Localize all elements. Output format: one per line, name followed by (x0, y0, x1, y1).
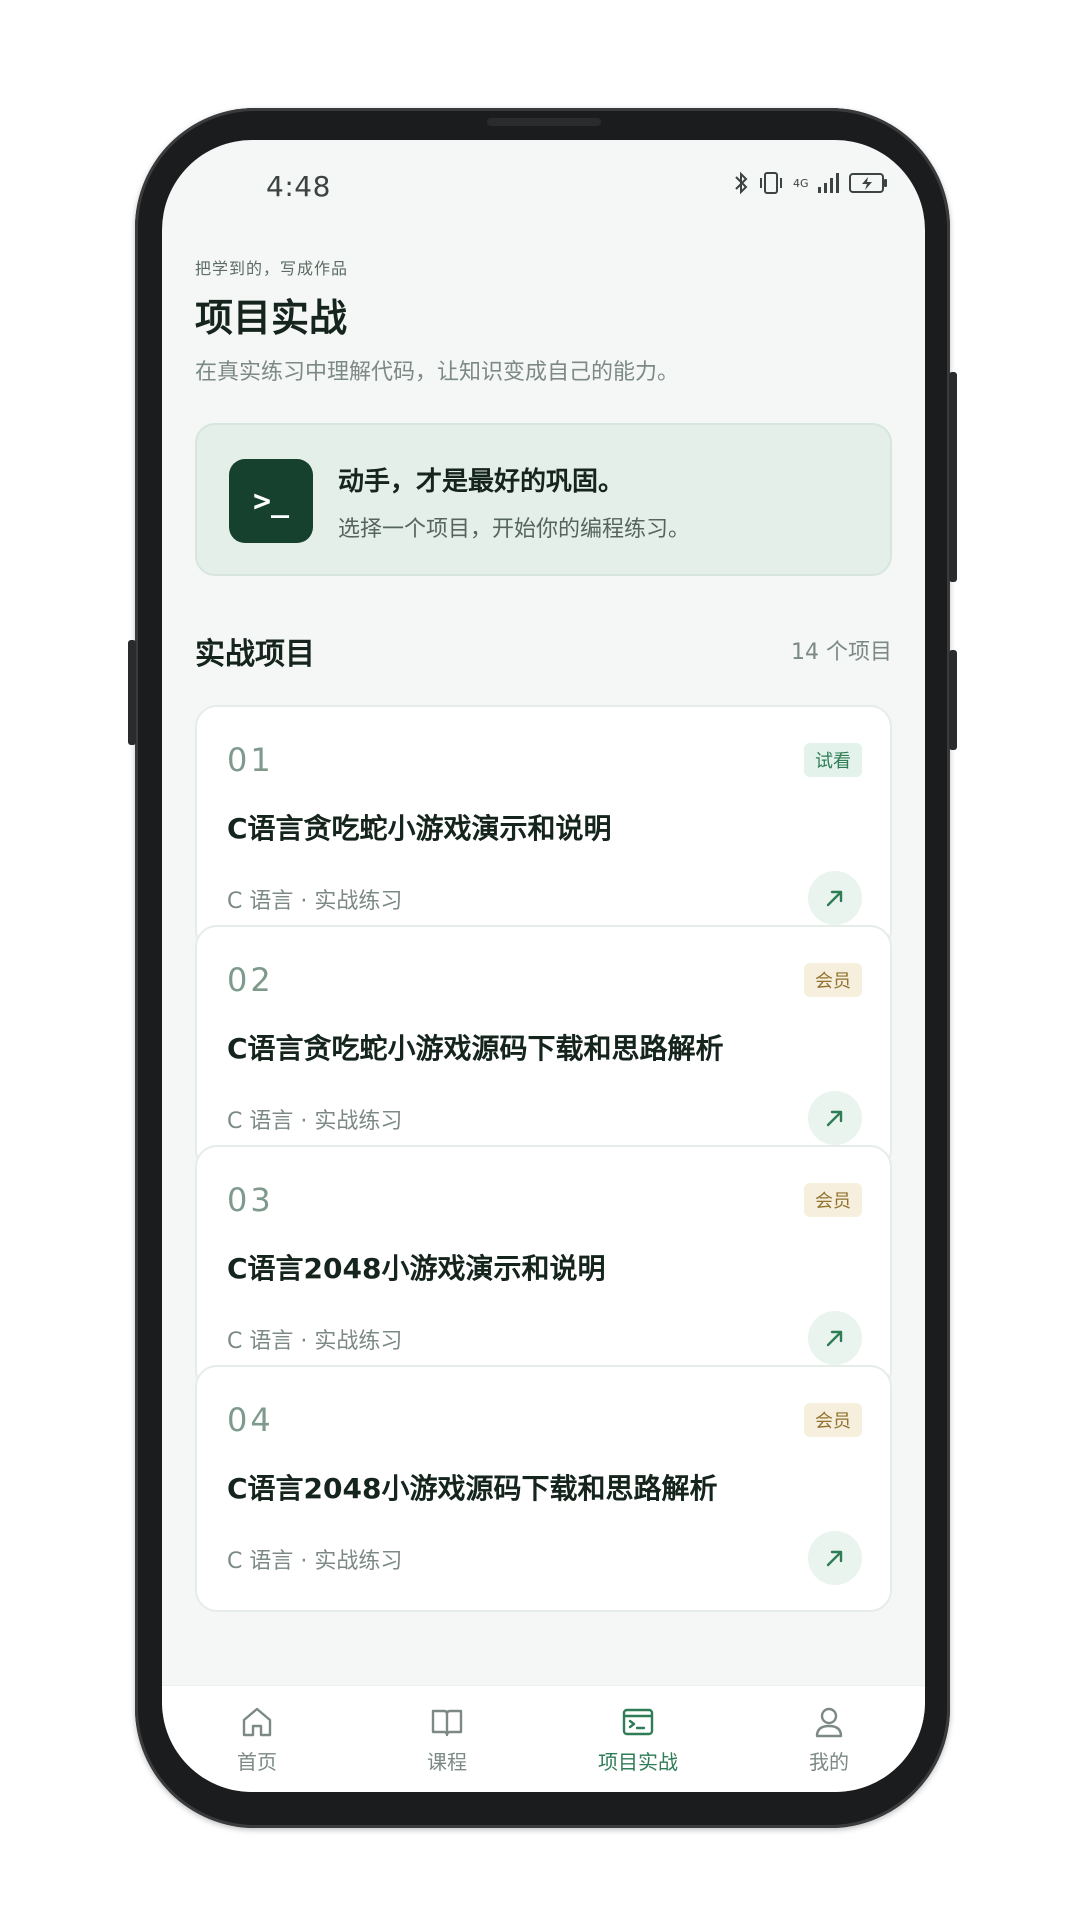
project-meta: C 语言 · 实战练习 (227, 889, 403, 914)
phone-side-button-right-lower (949, 650, 957, 750)
project-title: C语言2048小游戏演示和说明 (227, 1252, 606, 1285)
member-badge: 会员 (804, 1403, 862, 1437)
trial-badge: 试看 (804, 743, 862, 777)
book-icon (431, 1709, 463, 1737)
phone-side-button-right (949, 372, 957, 582)
banner-title: 动手，才是最好的巩固。 (338, 467, 625, 497)
arrow-up-right-icon (826, 1550, 843, 1567)
status-icons: 4G (733, 170, 889, 196)
app-screen: 4:48 4G 把学到的，写成作品 项目实战 在真实练习中理解代码，让知识变成自… (162, 140, 925, 1792)
project-number: 04 (227, 1401, 274, 1439)
phone-side-button-left (128, 640, 136, 745)
arrow-up-right-icon (826, 1330, 843, 1347)
member-badge: 会员 (804, 963, 862, 997)
tab-label: 课程 (427, 1750, 467, 1774)
home-icon (242, 1707, 272, 1737)
page-description: 在真实练习中理解代码，让知识变成自己的能力。 (195, 360, 680, 385)
phone-earpiece (487, 118, 601, 126)
page-title: 项目实战 (195, 296, 348, 340)
project-number: 02 (227, 961, 274, 999)
tab-label: 我的 (809, 1750, 849, 1774)
tab-label: 项目实战 (598, 1750, 678, 1774)
tab-courses[interactable]: 课程 (352, 1686, 542, 1792)
battery-icon (849, 173, 887, 193)
tab-label: 首页 (237, 1750, 277, 1774)
open-project-button[interactable] (808, 871, 862, 925)
project-count: 14 个项目 (791, 640, 892, 665)
page-eyebrow: 把学到的，写成作品 (195, 259, 349, 278)
tab-profile[interactable]: 我的 (734, 1686, 924, 1792)
project-title: C语言贪吃蛇小游戏源码下载和思路解析 (227, 1032, 724, 1065)
page: 4:48 4G 把学到的，写成作品 项目实战 在真实练习中理解代码，让知识变成自… (0, 0, 1080, 1920)
signal-icon (818, 173, 839, 193)
project-card[interactable]: 04 会员 C语言2048小游戏源码下载和思路解析 C 语言 · 实战练习 (195, 1365, 892, 1612)
bluetooth-icon (735, 171, 748, 195)
member-badge: 会员 (804, 1183, 862, 1217)
intro-banner: >_ 动手，才是最好的巩固。 选择一个项目，开始你的编程练习。 (195, 423, 892, 576)
open-project-button[interactable] (808, 1311, 862, 1365)
tab-projects[interactable]: 项目实战 (543, 1686, 733, 1792)
project-number: 03 (227, 1181, 274, 1219)
project-card[interactable]: 03 会员 C语言2048小游戏演示和说明 C 语言 · 实战练习 (195, 1145, 892, 1392)
network-label: 4G (793, 176, 809, 190)
project-number: 01 (227, 741, 274, 779)
project-title: C语言贪吃蛇小游戏演示和说明 (227, 812, 612, 845)
project-meta: C 语言 · 实战练习 (227, 1549, 403, 1574)
open-project-button[interactable] (808, 1531, 862, 1585)
bottom-tab-bar: 首页 课程 项目实战 我的 (162, 1685, 925, 1792)
banner-subtitle: 选择一个项目，开始你的编程练习。 (338, 517, 691, 542)
terminal-prompt-icon: >_ (229, 459, 313, 543)
project-meta: C 语言 · 实战练习 (227, 1109, 403, 1134)
terminal-icon (622, 1708, 654, 1736)
tab-home[interactable]: 首页 (162, 1686, 352, 1792)
project-card[interactable]: 01 试看 C语言贪吃蛇小游戏演示和说明 C 语言 · 实战练习 (195, 705, 892, 952)
arrow-up-right-icon (826, 1110, 843, 1127)
vibrate-icon (760, 172, 782, 194)
project-meta: C 语言 · 实战练习 (227, 1329, 403, 1354)
open-project-button[interactable] (808, 1091, 862, 1145)
arrow-up-right-icon (826, 890, 843, 907)
project-title: C语言2048小游戏源码下载和思路解析 (227, 1472, 718, 1505)
project-card[interactable]: 02 会员 C语言贪吃蛇小游戏源码下载和思路解析 C 语言 · 实战练习 (195, 925, 892, 1172)
section-title: 实战项目 (195, 637, 315, 672)
status-time: 4:48 (266, 170, 331, 203)
person-icon (815, 1707, 843, 1738)
